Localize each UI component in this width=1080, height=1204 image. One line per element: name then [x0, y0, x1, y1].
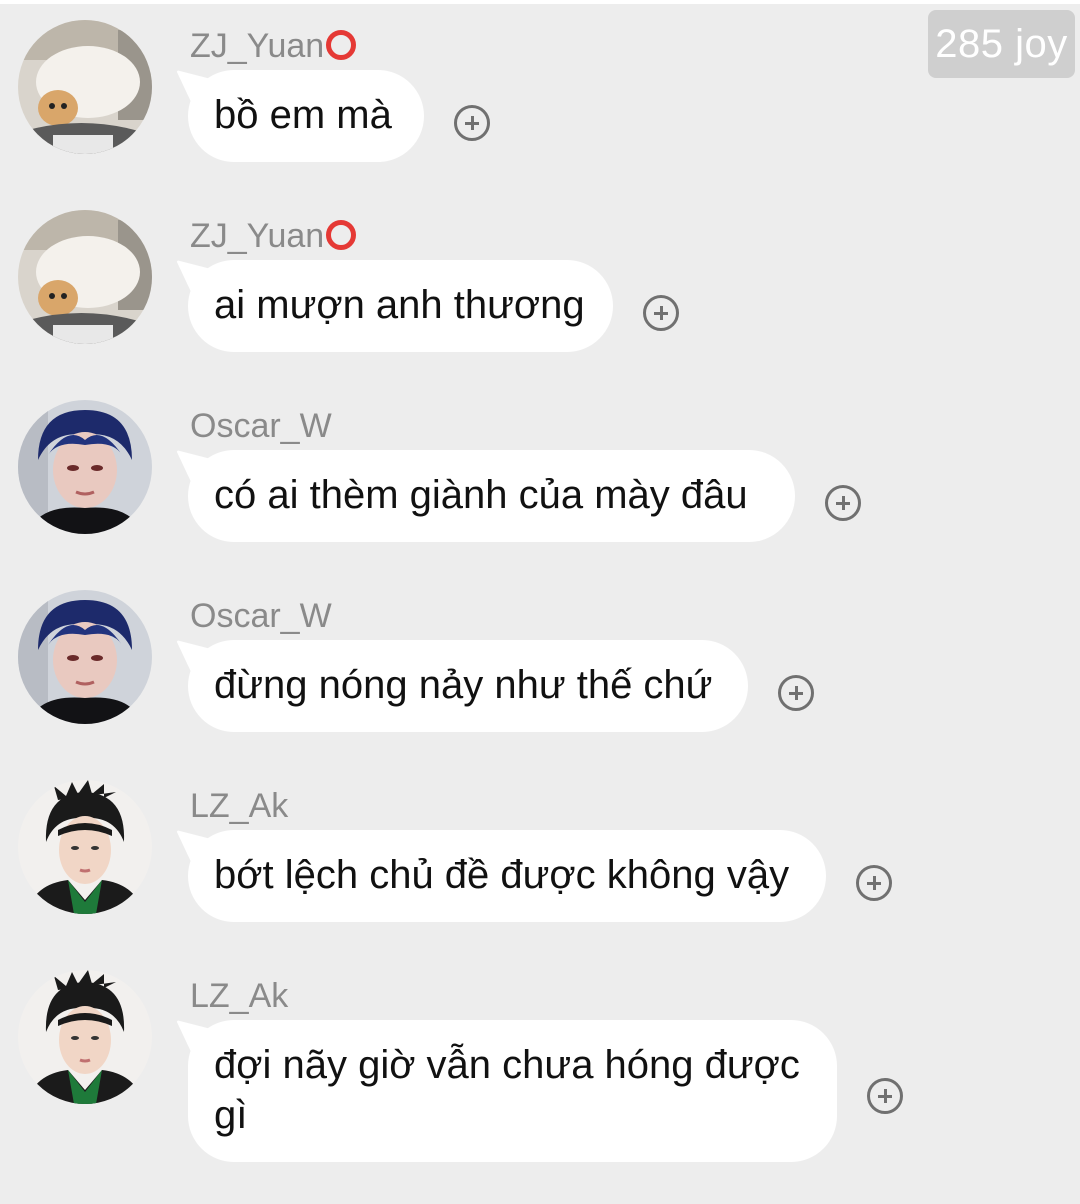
sender-label: Oscar_W: [190, 407, 332, 445]
sender-label: LZ_Ak: [190, 977, 289, 1015]
top-edge: [0, 0, 1080, 4]
red-circle-badge-icon: [326, 220, 357, 250]
message-text: có ai thèm giành của mày đâu: [214, 473, 748, 517]
message-bubble[interactable]: đợi nãy giờ vẫn chưa hóng được gì: [188, 1020, 837, 1162]
add-reaction-icon[interactable]: [867, 1078, 903, 1114]
sender-label: LZ_Ak: [190, 787, 289, 825]
sender-name: LZ_Ak: [190, 786, 288, 826]
watermark: 285 joy: [928, 10, 1075, 78]
add-reaction-icon[interactable]: [825, 485, 861, 521]
message-bubble[interactable]: có ai thèm giành của mày đâu: [188, 450, 795, 542]
sender-name: Oscar_W: [190, 406, 332, 446]
sender-name: ZJ_Yuan: [190, 26, 357, 66]
sender-name: LZ_Ak: [190, 976, 288, 1016]
message-bubble[interactable]: bồ em mà: [188, 70, 424, 162]
message-text: bớt lệch chủ đề được không vậy: [214, 853, 790, 897]
message-bubble[interactable]: ai mượn anh thương: [188, 260, 613, 352]
cat-avatar[interactable]: [18, 210, 152, 344]
person-black-hair-avatar[interactable]: [18, 970, 152, 1104]
person-blue-hair-avatar[interactable]: [18, 590, 152, 724]
person-black-hair-avatar[interactable]: [18, 780, 152, 914]
cat-avatar[interactable]: [18, 20, 152, 154]
add-reaction-icon[interactable]: [643, 295, 679, 331]
sender-label: Oscar_W: [190, 597, 332, 635]
message-text: bồ em mà: [214, 93, 392, 137]
message-text: ai mượn anh thương: [214, 283, 585, 327]
message-text: đừng nóng nảy như thế chứ: [214, 663, 713, 707]
sender-name: ZJ_Yuan: [190, 216, 357, 256]
message-bubble[interactable]: bớt lệch chủ đề được không vậy: [188, 830, 826, 922]
message-bubble[interactable]: đừng nóng nảy như thế chứ: [188, 640, 748, 732]
add-reaction-icon[interactable]: [856, 865, 892, 901]
red-circle-badge-icon: [326, 30, 357, 60]
add-reaction-icon[interactable]: [778, 675, 814, 711]
sender-label: ZJ_Yuan: [190, 27, 325, 65]
sender-label: ZJ_Yuan: [190, 217, 325, 255]
message-text: đợi nãy giờ vẫn chưa hóng được gì: [214, 1043, 800, 1137]
person-blue-hair-avatar[interactable]: [18, 400, 152, 534]
sender-name: Oscar_W: [190, 596, 332, 636]
add-reaction-icon[interactable]: [454, 105, 490, 141]
